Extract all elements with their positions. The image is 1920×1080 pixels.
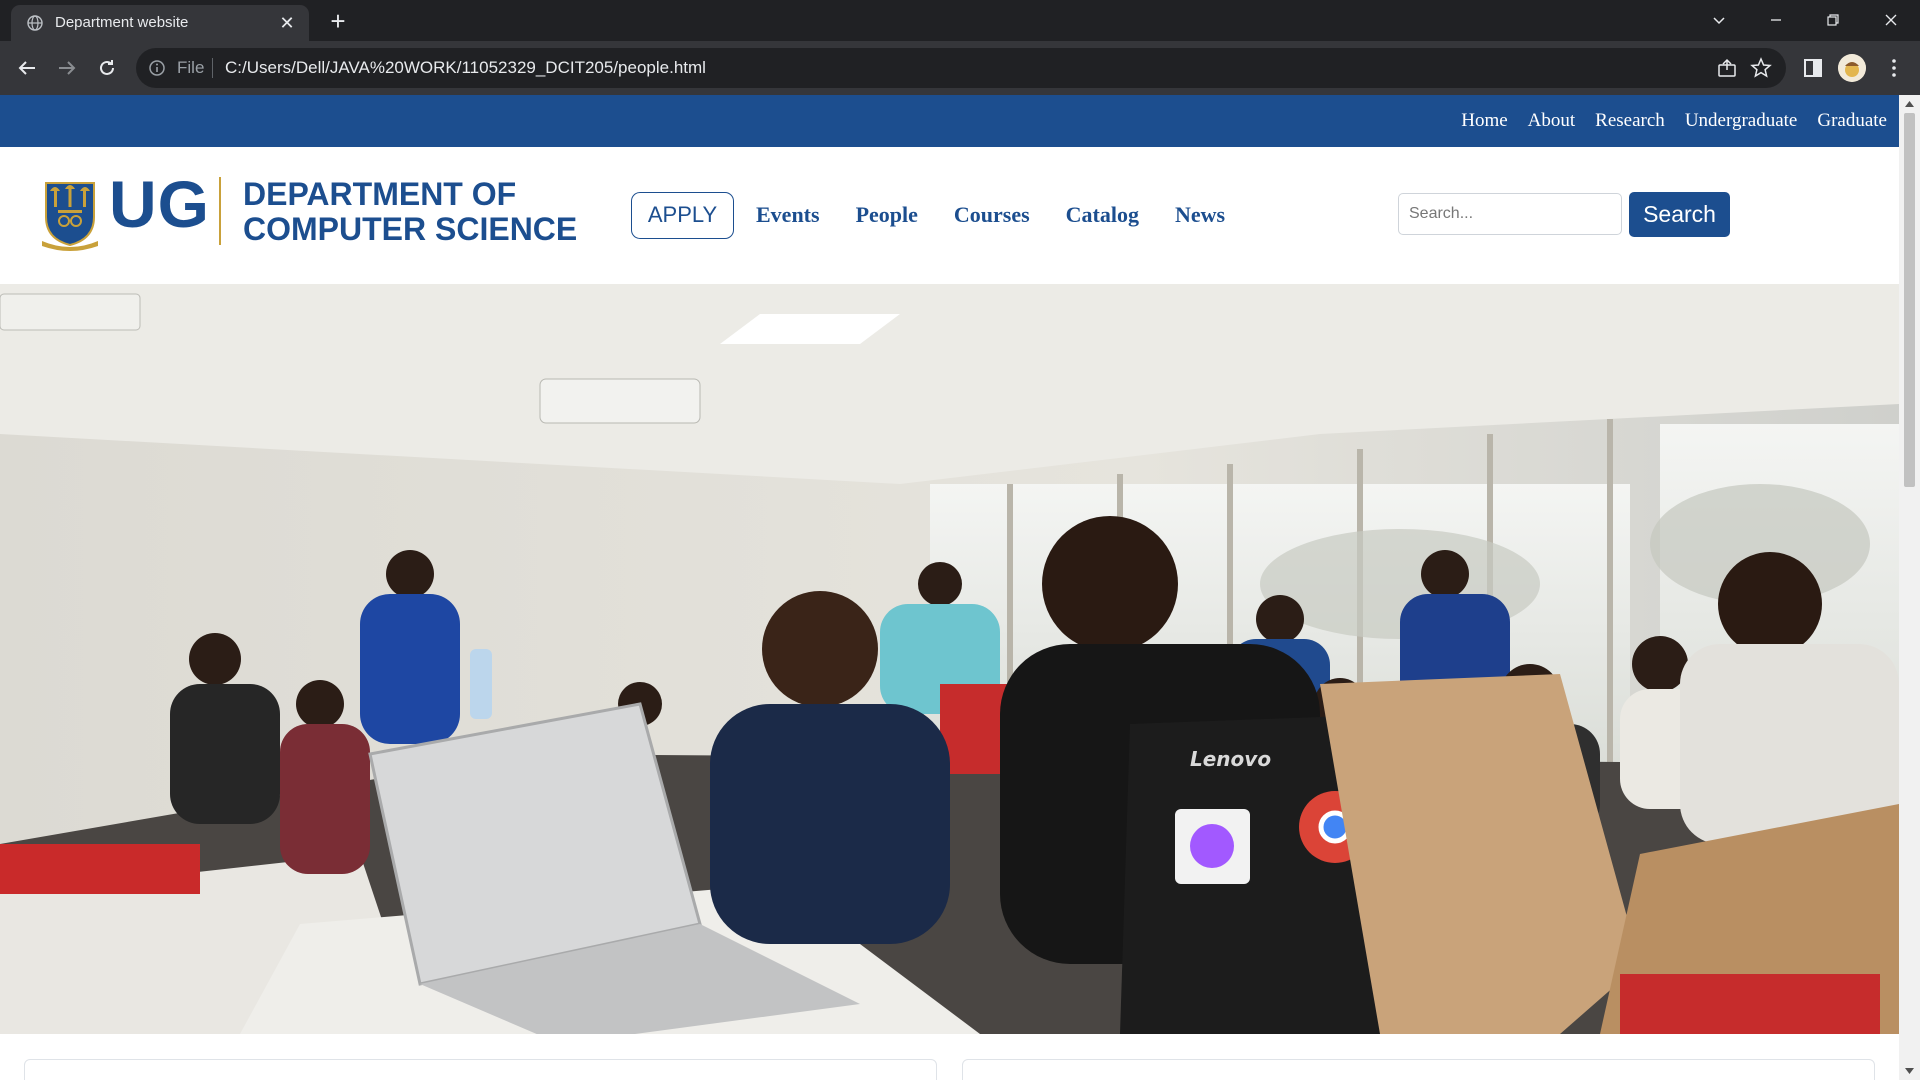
top-nav-home[interactable]: Home	[1461, 110, 1507, 132]
sidepanel-icon[interactable]	[1799, 54, 1827, 82]
share-icon[interactable]	[1716, 57, 1738, 79]
top-nav: Home About Research Undergraduate Gradua…	[1461, 95, 1887, 147]
address-bar[interactable]: File C:/Users/Dell/JAVA%20WORK/11052329_…	[136, 48, 1786, 88]
department-name: DEPARTMENT OF COMPUTER SCIENCE	[243, 177, 577, 247]
address-scheme-label: File	[177, 58, 205, 77]
page-scrollbar[interactable]	[1899, 95, 1920, 1080]
search-input[interactable]	[1398, 193, 1622, 235]
new-tab-button[interactable]: +	[324, 8, 352, 36]
search-button[interactable]: Search	[1629, 192, 1730, 237]
top-nav-about[interactable]: About	[1528, 110, 1576, 132]
content-card-right	[962, 1059, 1875, 1080]
nav-news[interactable]: News	[1175, 202, 1225, 228]
address-separator	[212, 58, 213, 78]
address-url[interactable]: C:/Users/Dell/JAVA%20WORK/11052329_DCIT2…	[225, 58, 706, 78]
scroll-thumb[interactable]	[1904, 113, 1915, 487]
site-header: UG DEPARTMENT OF COMPUTER SCIENCE APPLY …	[0, 147, 1899, 284]
browser-tab[interactable]: Department website ✕	[11, 5, 309, 41]
minimize-icon[interactable]	[1761, 6, 1791, 34]
apply-button[interactable]: APPLY	[631, 191, 734, 239]
browser-toolbar: File C:/Users/Dell/JAVA%20WORK/11052329_…	[0, 41, 1920, 95]
hero-image: Lenovo	[0, 284, 1899, 1034]
forward-icon[interactable]	[53, 54, 81, 82]
top-nav-undergraduate[interactable]: Undergraduate	[1685, 110, 1798, 132]
scroll-down-arrow-icon[interactable]	[1904, 1066, 1915, 1076]
nav-people[interactable]: People	[856, 202, 918, 228]
content-card-left	[24, 1059, 937, 1080]
nav-catalog[interactable]: Catalog	[1066, 202, 1139, 228]
scroll-up-arrow-icon[interactable]	[1904, 99, 1915, 109]
menu-icon[interactable]	[1880, 54, 1908, 82]
university-crest-logo[interactable]	[40, 177, 100, 251]
hero-classroom-photo: Lenovo	[0, 284, 1899, 1034]
profile-avatar[interactable]	[1838, 54, 1866, 82]
back-icon[interactable]	[13, 54, 41, 82]
tab-search-icon[interactable]	[1704, 6, 1734, 34]
restore-icon[interactable]	[1818, 6, 1848, 34]
main-nav: APPLY Events People Courses Catalog News	[631, 191, 1261, 239]
browser-tab-strip: Department website ✕ +	[0, 0, 1920, 41]
logo-divider	[219, 177, 221, 245]
close-window-icon[interactable]	[1876, 6, 1906, 34]
nav-courses[interactable]: Courses	[954, 202, 1030, 228]
close-tab-icon[interactable]: ✕	[277, 13, 297, 33]
logo-ug-text: UG	[109, 167, 210, 241]
nav-events[interactable]: Events	[756, 202, 820, 228]
tab-title: Department website	[55, 14, 189, 31]
laptop-brand-label: Lenovo	[1190, 747, 1271, 771]
department-name-line2: COMPUTER SCIENCE	[243, 211, 578, 247]
department-name-line1: DEPARTMENT OF	[243, 176, 517, 212]
globe-icon	[27, 15, 43, 31]
reload-icon[interactable]	[93, 54, 121, 82]
top-nav-research[interactable]: Research	[1595, 110, 1665, 132]
top-utility-bar: Home About Research Undergraduate Gradua…	[0, 95, 1899, 147]
info-icon[interactable]	[148, 59, 166, 77]
star-icon[interactable]	[1750, 57, 1772, 79]
top-nav-graduate[interactable]: Graduate	[1817, 110, 1887, 132]
web-page: Home About Research Undergraduate Gradua…	[0, 95, 1899, 1080]
